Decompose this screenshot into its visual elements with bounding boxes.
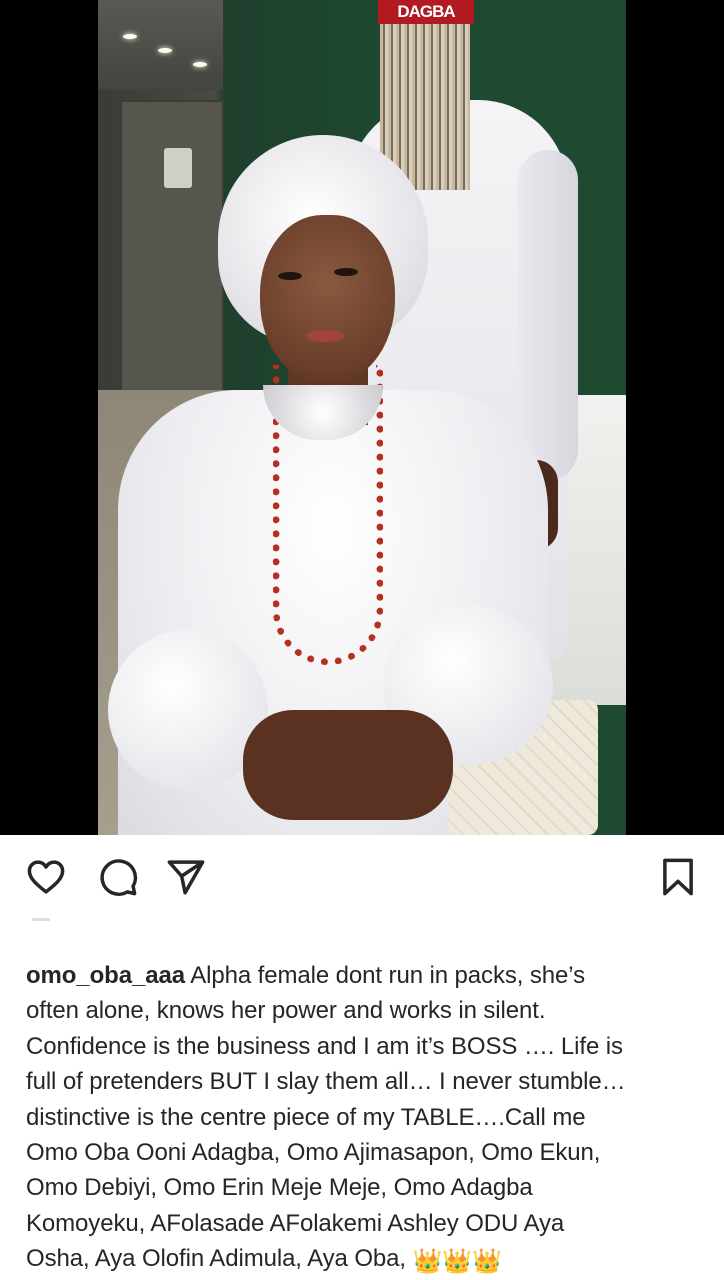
photo-eye (334, 268, 358, 276)
photo-veil-text: DAGBA (378, 0, 474, 24)
photo-hands (243, 710, 453, 820)
caption-text: Alpha female dont run in packs, she’s (190, 962, 585, 989)
photo-door (120, 100, 224, 394)
caption-line: Komoyeku, AFolasade AFolakemi Ashley ODU… (26, 1209, 565, 1237)
post-action-bar (0, 835, 724, 915)
caption-username[interactable]: omo_oba_aaa (26, 962, 185, 989)
photo-ceiling (98, 0, 223, 90)
post-photo[interactable]: DAGBA (98, 0, 626, 835)
photo-face (260, 215, 395, 385)
photo-man-arm (518, 150, 578, 480)
caption-line: often alone, knows her power and works i… (26, 997, 546, 1025)
caption-line: Osha, Aya Olofin Adimula, Aya Oba, 👑👑👑 (26, 1241, 706, 1279)
post-caption: omo_oba_aaa Alpha female dont run in pac… (26, 958, 706, 1280)
caption-line: full of pretenders BUT I slay them all… … (26, 1068, 626, 1096)
like-button[interactable] (24, 855, 68, 899)
caption-line: Omo Debiyi, Omo Erin Meje Meje, Omo Adag… (26, 1174, 533, 1202)
caption-line: distinctive is the centre piece of my TA… (26, 1103, 586, 1131)
photo-lips (306, 330, 344, 342)
heart-icon (27, 860, 65, 894)
comment-button[interactable] (96, 855, 140, 899)
ceiling-light (193, 62, 207, 67)
share-button[interactable] (164, 855, 208, 899)
bookmark-icon (663, 858, 693, 896)
photo-eye (278, 272, 302, 280)
caption-text: Osha, Aya Olofin Adimula, Aya Oba, (26, 1245, 406, 1273)
post-photo-frame: DAGBA (0, 0, 724, 835)
paper-plane-icon (167, 860, 205, 895)
ceiling-light (123, 34, 137, 39)
comment-bubble-icon (100, 859, 138, 896)
caption-line: Omo Oba Ooni Adagba, Omo Ajimasapon, Omo… (26, 1139, 601, 1167)
save-button[interactable] (656, 855, 700, 899)
photo-door-sign (164, 148, 192, 188)
crown-emoji: 👑👑👑 (412, 1248, 502, 1276)
carousel-indicator (32, 918, 50, 921)
caption-line: omo_oba_aaa Alpha female dont run in pac… (26, 958, 706, 993)
caption-line: Confidence is the business and I am it’s… (26, 1032, 623, 1060)
ceiling-light (158, 48, 172, 53)
